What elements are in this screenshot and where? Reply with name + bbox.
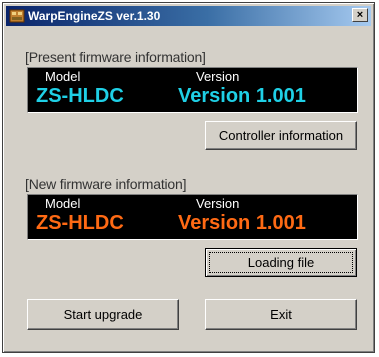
new-version-value: Version 1.001	[178, 212, 306, 234]
new-firmware-label: [New firmware information]	[25, 176, 187, 192]
start-upgrade-button[interactable]: Start upgrade	[27, 299, 179, 330]
present-version-caption: Version	[196, 69, 240, 84]
close-button[interactable]: ×	[352, 8, 368, 22]
exit-button[interactable]: Exit	[205, 299, 357, 330]
new-version-caption: Version	[196, 196, 240, 211]
new-firmware-display: Model Version ZS-HLDC Version 1.001	[27, 194, 358, 240]
title-bar[interactable]: WarpEngineZS ver.1.30 ×	[6, 6, 371, 26]
new-model-caption: Model	[45, 196, 81, 211]
present-firmware-display: Model Version ZS-HLDC Version 1.001	[27, 67, 358, 113]
loading-file-button[interactable]: Loading file	[205, 248, 357, 277]
close-icon: ×	[356, 9, 364, 21]
controller-information-button[interactable]: Controller information	[205, 121, 357, 150]
main-window: WarpEngineZS ver.1.30 × [Present firmwar…	[2, 2, 375, 353]
app-icon	[9, 9, 25, 23]
present-firmware-label: [Present firmware information]	[25, 49, 206, 65]
present-model-value: ZS-HLDC	[36, 85, 124, 107]
new-model-value: ZS-HLDC	[36, 212, 124, 234]
window-title: WarpEngineZS ver.1.30	[28, 9, 161, 23]
present-version-value: Version 1.001	[178, 85, 306, 107]
present-model-caption: Model	[45, 69, 81, 84]
